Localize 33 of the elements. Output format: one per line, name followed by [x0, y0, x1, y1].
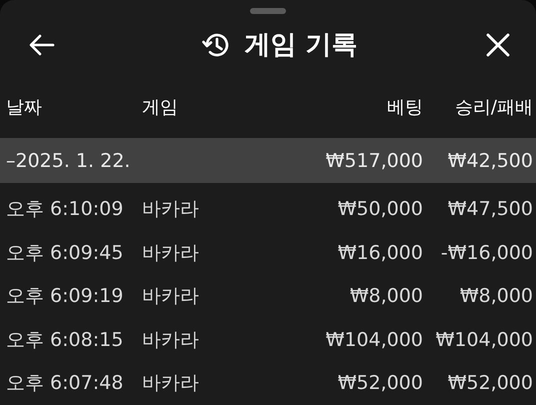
bet-cell-text: ₩52,000 [336, 372, 423, 394]
column-header[interactable]: 베팅 [283, 94, 423, 119]
bet-total: ₩517,000 [324, 150, 423, 172]
group-date: –2025. 1. 22. [6, 150, 132, 172]
game-cell-text: 바카라 [142, 240, 200, 266]
result-cell-text: ₩52,000 [446, 372, 533, 394]
result-cell-text: -₩16,000 [440, 242, 533, 264]
close-icon [486, 32, 510, 57]
result-cell-text: ₩104,000 [434, 328, 533, 351]
time-cell-text: 오후 6:09:45 [6, 240, 124, 266]
time-cell-text: 오후 6:10:09 [6, 197, 124, 222]
back-arrow-icon [29, 34, 55, 56]
bet-cell-text: ₩8,000 [348, 285, 423, 308]
history-icon [202, 32, 230, 58]
column-header[interactable]: 승리/패배 [423, 94, 533, 119]
result-cell-text: ₩8,000 [458, 285, 533, 308]
result-cell-text: ₩47,500 [446, 198, 533, 220]
column-header[interactable]: 날짜 [6, 94, 142, 119]
bet-cell-text: ₩50,000 [336, 198, 423, 220]
game-cell-text: 바카라 [142, 328, 200, 353]
column-header[interactable]: 게임 [142, 94, 283, 119]
drag-handle[interactable] [250, 8, 286, 14]
result-total: ₩42,500 [446, 150, 533, 172]
date-group-row[interactable]: –2025. 1. 22. ₩517,000 ₩42,500 [0, 138, 536, 183]
bet-cell-text: ₩16,000 [336, 242, 423, 264]
game-cell-text: 바카라 [142, 197, 200, 222]
time-cell-text: 오후 6:07:48 [6, 371, 124, 396]
game-cell-text: 바카라 [142, 284, 200, 310]
game-cell-text: 바카라 [142, 371, 200, 396]
bet-cell-text: ₩104,000 [324, 328, 423, 351]
time-cell-text: 오후 6:08:15 [6, 328, 124, 353]
time-cell-text: 오후 6:09:19 [6, 284, 124, 310]
window-title: 게임 기록 [244, 29, 358, 62]
